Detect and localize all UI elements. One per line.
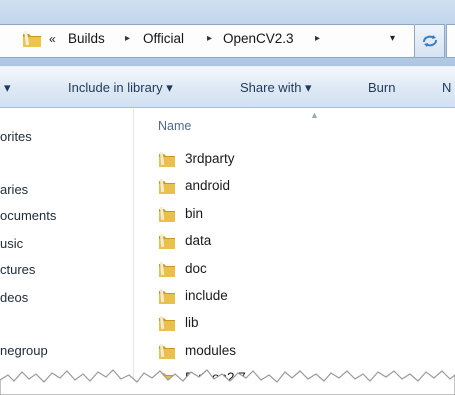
nav-item-favorites[interactable]: orites — [0, 129, 32, 144]
file-row[interactable]: 3rdparty — [158, 149, 358, 171]
file-name: 3rdparty — [185, 151, 235, 166]
file-name: include — [185, 288, 228, 303]
file-name: bin — [185, 205, 204, 221]
file-name: data — [185, 233, 212, 249]
new-folder-button[interactable]: N — [442, 80, 451, 95]
file-name: doc — [185, 260, 207, 276]
file-row[interactable]: android — [158, 176, 358, 198]
file-row[interactable]: data — [158, 231, 358, 253]
folder-icon — [158, 261, 176, 278]
nav-item-libraries[interactable]: aries — [0, 182, 28, 197]
include-in-library-button[interactable]: Include in library ▾ — [68, 80, 173, 96]
file-name: android — [185, 178, 231, 194]
folder-icon — [158, 288, 176, 305]
file-row[interactable]: doc — [158, 259, 358, 281]
folder-icon — [158, 315, 176, 332]
nav-item-videos[interactable]: deos — [0, 290, 28, 305]
breadcrumb-official[interactable]: Official — [143, 31, 184, 46]
folder-icon — [158, 151, 176, 168]
torn-edge-decoration — [0, 369, 455, 395]
name-column-header[interactable]: Name — [158, 119, 191, 133]
nav-item-documents[interactable]: ocuments — [0, 208, 56, 223]
breadcrumb-builds[interactable]: Builds — [68, 31, 105, 46]
nav-item-music[interactable]: usic — [0, 236, 23, 251]
sort-ascending-icon: ▲ — [310, 110, 319, 120]
refresh-button[interactable] — [415, 24, 445, 58]
command-bar: ▾ Include in library ▾ Share with ▾ Burn… — [0, 66, 455, 108]
address-overflow-chevron[interactable]: « — [49, 32, 56, 46]
nav-item-pictures[interactable]: ctures — [0, 262, 35, 277]
burn-button[interactable]: Burn — [368, 80, 395, 95]
file-row[interactable]: lib — [158, 313, 358, 335]
folder-icon — [23, 30, 41, 47]
file-row[interactable]: bin — [158, 204, 358, 226]
search-box[interactable] — [446, 24, 455, 58]
breadcrumb-separator[interactable]: ▸ — [207, 33, 212, 44]
breadcrumb-separator[interactable]: ▸ — [125, 33, 130, 44]
refresh-icon — [423, 35, 437, 47]
folder-icon — [158, 206, 176, 223]
address-dropdown-icon[interactable]: ▾ — [390, 33, 395, 44]
organize-menu-button[interactable]: ▾ — [4, 80, 11, 96]
file-row[interactable]: include — [158, 286, 358, 308]
file-name: lib — [185, 315, 199, 331]
folder-icon — [158, 233, 176, 250]
breadcrumb-separator[interactable]: ▸ — [315, 33, 320, 44]
breadcrumb-opencv[interactable]: OpenCV2.3 — [223, 31, 294, 46]
share-with-button[interactable]: Share with ▾ — [240, 80, 312, 96]
folder-icon — [158, 178, 176, 195]
